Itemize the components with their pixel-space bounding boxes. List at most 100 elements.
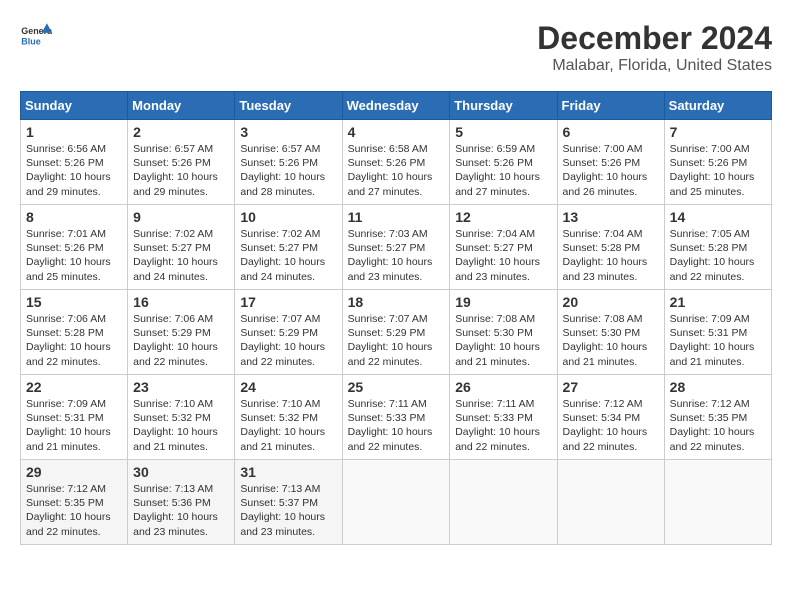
table-row: 18 Sunrise: 7:07 AMSunset: 5:29 PMDaylig…: [342, 290, 450, 375]
table-row: 2 Sunrise: 6:57 AMSunset: 5:26 PMDayligh…: [128, 120, 235, 205]
calendar-table: Sunday Monday Tuesday Wednesday Thursday…: [20, 91, 772, 545]
svg-text:Blue: Blue: [21, 36, 40, 46]
table-row: 23 Sunrise: 7:10 AMSunset: 5:32 PMDaylig…: [128, 375, 235, 460]
day-number: 4: [348, 124, 445, 140]
table-row: 1 Sunrise: 6:56 AMSunset: 5:26 PMDayligh…: [21, 120, 128, 205]
day-info: Sunrise: 7:08 AMSunset: 5:30 PMDaylight:…: [563, 313, 648, 368]
day-info: Sunrise: 7:07 AMSunset: 5:29 PMDaylight:…: [240, 313, 325, 368]
day-number: 10: [240, 209, 336, 225]
table-row: 16 Sunrise: 7:06 AMSunset: 5:29 PMDaylig…: [128, 290, 235, 375]
day-info: Sunrise: 6:59 AMSunset: 5:26 PMDaylight:…: [455, 143, 540, 198]
day-number: 31: [240, 464, 336, 480]
day-info: Sunrise: 6:57 AMSunset: 5:26 PMDaylight:…: [133, 143, 218, 198]
day-number: 1: [26, 124, 122, 140]
day-number: 16: [133, 294, 229, 310]
day-info: Sunrise: 7:11 AMSunset: 5:33 PMDaylight:…: [455, 398, 540, 453]
day-number: 27: [563, 379, 659, 395]
table-row: 9 Sunrise: 7:02 AMSunset: 5:27 PMDayligh…: [128, 205, 235, 290]
day-number: 14: [670, 209, 766, 225]
day-number: 25: [348, 379, 445, 395]
day-number: 18: [348, 294, 445, 310]
day-number: 22: [26, 379, 122, 395]
table-row: [664, 460, 771, 545]
day-info: Sunrise: 7:03 AMSunset: 5:27 PMDaylight:…: [348, 228, 433, 283]
day-info: Sunrise: 7:13 AMSunset: 5:36 PMDaylight:…: [133, 483, 218, 538]
day-info: Sunrise: 6:57 AMSunset: 5:26 PMDaylight:…: [240, 143, 325, 198]
table-row: 20 Sunrise: 7:08 AMSunset: 5:30 PMDaylig…: [557, 290, 664, 375]
table-row: 13 Sunrise: 7:04 AMSunset: 5:28 PMDaylig…: [557, 205, 664, 290]
logo-icon: General Blue: [20, 20, 52, 52]
day-info: Sunrise: 7:04 AMSunset: 5:27 PMDaylight:…: [455, 228, 540, 283]
table-row: 8 Sunrise: 7:01 AMSunset: 5:26 PMDayligh…: [21, 205, 128, 290]
calendar-week-row: 22 Sunrise: 7:09 AMSunset: 5:31 PMDaylig…: [21, 375, 772, 460]
day-number: 6: [563, 124, 659, 140]
day-info: Sunrise: 7:12 AMSunset: 5:35 PMDaylight:…: [670, 398, 755, 453]
day-info: Sunrise: 7:09 AMSunset: 5:31 PMDaylight:…: [26, 398, 111, 453]
header-thursday: Thursday: [450, 92, 557, 120]
title-area: December 2024 Malabar, Florida, United S…: [537, 20, 772, 75]
header-tuesday: Tuesday: [235, 92, 342, 120]
logo: General Blue: [20, 20, 52, 52]
day-number: 29: [26, 464, 122, 480]
day-info: Sunrise: 7:04 AMSunset: 5:28 PMDaylight:…: [563, 228, 648, 283]
table-row: [450, 460, 557, 545]
table-row: 19 Sunrise: 7:08 AMSunset: 5:30 PMDaylig…: [450, 290, 557, 375]
day-info: Sunrise: 6:56 AMSunset: 5:26 PMDaylight:…: [26, 143, 111, 198]
table-row: 24 Sunrise: 7:10 AMSunset: 5:32 PMDaylig…: [235, 375, 342, 460]
page-header: General Blue December 2024 Malabar, Flor…: [20, 20, 772, 75]
table-row: 11 Sunrise: 7:03 AMSunset: 5:27 PMDaylig…: [342, 205, 450, 290]
day-info: Sunrise: 7:09 AMSunset: 5:31 PMDaylight:…: [670, 313, 755, 368]
table-row: 31 Sunrise: 7:13 AMSunset: 5:37 PMDaylig…: [235, 460, 342, 545]
day-info: Sunrise: 6:58 AMSunset: 5:26 PMDaylight:…: [348, 143, 433, 198]
header-monday: Monday: [128, 92, 235, 120]
table-row: 14 Sunrise: 7:05 AMSunset: 5:28 PMDaylig…: [664, 205, 771, 290]
day-number: 12: [455, 209, 551, 225]
day-info: Sunrise: 7:08 AMSunset: 5:30 PMDaylight:…: [455, 313, 540, 368]
day-info: Sunrise: 7:12 AMSunset: 5:34 PMDaylight:…: [563, 398, 648, 453]
table-row: 5 Sunrise: 6:59 AMSunset: 5:26 PMDayligh…: [450, 120, 557, 205]
day-info: Sunrise: 7:02 AMSunset: 5:27 PMDaylight:…: [240, 228, 325, 283]
location-title: Malabar, Florida, United States: [537, 57, 772, 75]
header-wednesday: Wednesday: [342, 92, 450, 120]
day-number: 8: [26, 209, 122, 225]
day-number: 9: [133, 209, 229, 225]
day-number: 2: [133, 124, 229, 140]
day-number: 26: [455, 379, 551, 395]
day-number: 21: [670, 294, 766, 310]
day-number: 24: [240, 379, 336, 395]
day-number: 28: [670, 379, 766, 395]
header-sunday: Sunday: [21, 92, 128, 120]
table-row: 26 Sunrise: 7:11 AMSunset: 5:33 PMDaylig…: [450, 375, 557, 460]
table-row: 30 Sunrise: 7:13 AMSunset: 5:36 PMDaylig…: [128, 460, 235, 545]
day-info: Sunrise: 7:07 AMSunset: 5:29 PMDaylight:…: [348, 313, 433, 368]
day-number: 7: [670, 124, 766, 140]
calendar-week-row: 1 Sunrise: 6:56 AMSunset: 5:26 PMDayligh…: [21, 120, 772, 205]
day-number: 15: [26, 294, 122, 310]
day-number: 13: [563, 209, 659, 225]
table-row: 28 Sunrise: 7:12 AMSunset: 5:35 PMDaylig…: [664, 375, 771, 460]
day-info: Sunrise: 7:06 AMSunset: 5:28 PMDaylight:…: [26, 313, 111, 368]
day-info: Sunrise: 7:00 AMSunset: 5:26 PMDaylight:…: [670, 143, 755, 198]
header-friday: Friday: [557, 92, 664, 120]
table-row: 10 Sunrise: 7:02 AMSunset: 5:27 PMDaylig…: [235, 205, 342, 290]
day-info: Sunrise: 7:06 AMSunset: 5:29 PMDaylight:…: [133, 313, 218, 368]
table-row: 4 Sunrise: 6:58 AMSunset: 5:26 PMDayligh…: [342, 120, 450, 205]
day-number: 20: [563, 294, 659, 310]
day-number: 3: [240, 124, 336, 140]
table-row: 17 Sunrise: 7:07 AMSunset: 5:29 PMDaylig…: [235, 290, 342, 375]
table-row: 7 Sunrise: 7:00 AMSunset: 5:26 PMDayligh…: [664, 120, 771, 205]
table-row: [342, 460, 450, 545]
calendar-week-row: 29 Sunrise: 7:12 AMSunset: 5:35 PMDaylig…: [21, 460, 772, 545]
calendar-week-row: 15 Sunrise: 7:06 AMSunset: 5:28 PMDaylig…: [21, 290, 772, 375]
table-row: 25 Sunrise: 7:11 AMSunset: 5:33 PMDaylig…: [342, 375, 450, 460]
header-saturday: Saturday: [664, 92, 771, 120]
day-info: Sunrise: 7:10 AMSunset: 5:32 PMDaylight:…: [240, 398, 325, 453]
table-row: 21 Sunrise: 7:09 AMSunset: 5:31 PMDaylig…: [664, 290, 771, 375]
day-number: 19: [455, 294, 551, 310]
day-number: 30: [133, 464, 229, 480]
table-row: 27 Sunrise: 7:12 AMSunset: 5:34 PMDaylig…: [557, 375, 664, 460]
day-info: Sunrise: 7:05 AMSunset: 5:28 PMDaylight:…: [670, 228, 755, 283]
table-row: 6 Sunrise: 7:00 AMSunset: 5:26 PMDayligh…: [557, 120, 664, 205]
table-row: 12 Sunrise: 7:04 AMSunset: 5:27 PMDaylig…: [450, 205, 557, 290]
month-title: December 2024: [537, 20, 772, 57]
